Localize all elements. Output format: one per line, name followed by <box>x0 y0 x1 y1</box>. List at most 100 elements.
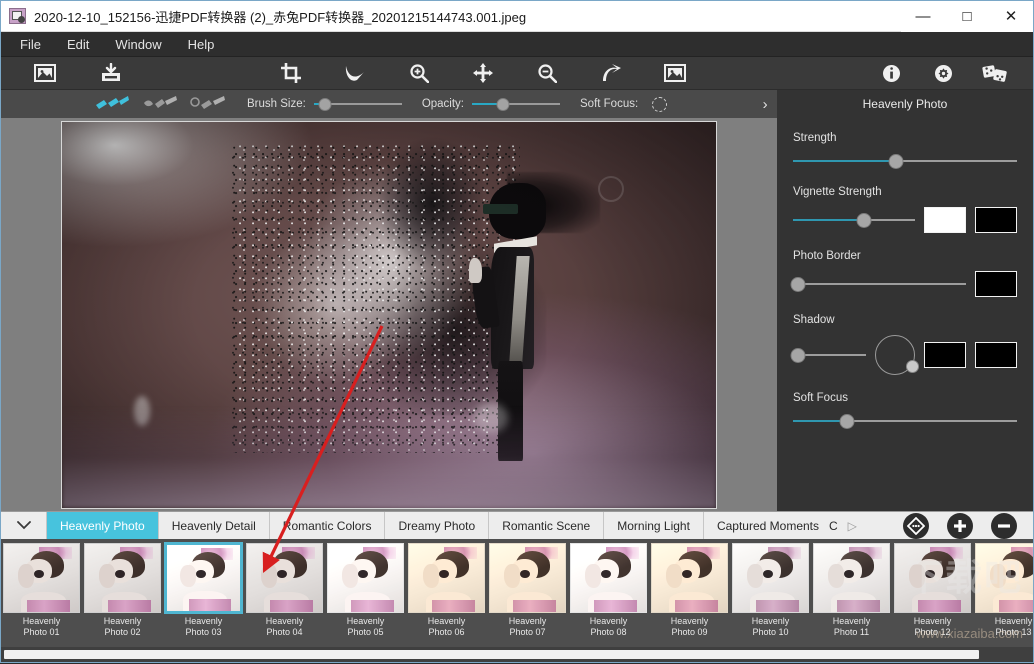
thumbnail-scrollbar[interactable] <box>1 647 1033 662</box>
control-soft-focus: Soft Focus <box>793 392 1017 429</box>
expand-options-arrow[interactable]: › <box>755 96 775 113</box>
preset-category-tabbar: Heavenly Photo Heavenly Detail Romantic … <box>1 511 1033 539</box>
thumbnail-item[interactable]: Heavenly Photo 07 <box>487 541 568 638</box>
tab-clipped-next[interactable]: C <box>823 512 840 539</box>
thumbnail-item[interactable]: Heavenly Photo 06 <box>406 541 487 638</box>
main-toolbar <box>1 57 1033 90</box>
control-vignette-strength: Vignette Strength <box>793 186 1017 233</box>
tab-romantic-colors[interactable]: Romantic Colors <box>270 512 386 539</box>
thumbnail-label: Heavenly Photo 01 <box>1 616 82 638</box>
dotted-circle-icon[interactable] <box>652 97 667 112</box>
shadow-slider[interactable] <box>793 347 866 363</box>
fit-image-button[interactable] <box>649 57 701 90</box>
preset-thumbnail-strip[interactable]: Heavenly Photo 01 Heavenly Photo 02 Heav… <box>1 539 1033 647</box>
thumbnail-label: Heavenly Photo 12 <box>892 616 973 638</box>
window-title: 2020-12-10_152156-迅捷PDF转换器 (2)_赤兔PDF转换器_… <box>34 7 901 26</box>
image-file-icon <box>9 8 26 24</box>
brush-size-slider[interactable] <box>314 95 402 113</box>
thumbnail-label: Heavenly Photo 08 <box>568 616 649 638</box>
redo-button[interactable] <box>585 57 637 90</box>
thumbnail-item[interactable]: Heavenly Photo 13 <box>973 541 1033 638</box>
thumbnail-item-selected[interactable]: Heavenly Photo 03 <box>163 541 244 638</box>
chevron-down-icon[interactable] <box>1 512 47 539</box>
maximize-button[interactable]: □ <box>945 1 989 32</box>
tab-dreamy-photo[interactable]: Dreamy Photo <box>385 512 489 539</box>
application-window: 2020-12-10_152156-迅捷PDF转换器 (2)_赤兔PDF转换器_… <box>0 0 1034 663</box>
erase-brush-icon[interactable] <box>141 93 179 115</box>
thumbnail-label: Heavenly Photo 02 <box>82 616 163 638</box>
shadow-label: Shadow <box>793 314 1017 326</box>
strength-slider[interactable] <box>793 153 1017 169</box>
shadow-color-swatch-1[interactable] <box>924 342 966 368</box>
brush-size-label: Brush Size: <box>247 98 306 110</box>
soft-focus-slider[interactable] <box>793 413 1017 429</box>
vignette-strength-slider[interactable] <box>793 212 915 228</box>
thumbnail-label: Heavenly Photo 05 <box>325 616 406 638</box>
thumbnail-label: Heavenly Photo 09 <box>649 616 730 638</box>
shadow-angle-handle[interactable] <box>906 360 919 373</box>
canvas-area[interactable] <box>1 118 777 511</box>
main-photo-preview[interactable] <box>61 121 717 509</box>
tab-morning-light[interactable]: Morning Light <box>604 512 704 539</box>
control-photo-border: Photo Border <box>793 250 1017 297</box>
minimize-button[interactable]: — <box>901 1 945 32</box>
shadow-color-swatch-2[interactable] <box>975 342 1017 368</box>
thumbnail-label: Heavenly Photo 10 <box>730 616 811 638</box>
opacity-slider[interactable] <box>472 95 560 113</box>
crop-button[interactable] <box>265 57 317 90</box>
paint-brush-icon[interactable] <box>93 93 131 115</box>
thumbnail-item[interactable]: Heavenly Photo 05 <box>325 541 406 638</box>
thumbnail-item[interactable]: Heavenly Photo 01 <box>1 541 82 638</box>
menu-bar: File Edit Window Help <box>1 32 1033 57</box>
smudge-brush-icon[interactable] <box>189 93 227 115</box>
options-bar: Brush Size: Opacity: Soft Focus: › Heave… <box>1 90 1033 118</box>
tab-heavenly-photo[interactable]: Heavenly Photo <box>47 512 159 539</box>
menu-file[interactable]: File <box>7 34 54 55</box>
thumbnail-label: Heavenly Photo 11 <box>811 616 892 638</box>
tab-romantic-scene[interactable]: Romantic Scene <box>489 512 604 539</box>
thumbnail-item[interactable]: Heavenly Photo 04 <box>244 541 325 638</box>
control-shadow: Shadow <box>793 314 1017 375</box>
menu-edit[interactable]: Edit <box>54 34 102 55</box>
thumbnail-item[interactable]: Heavenly Photo 02 <box>82 541 163 638</box>
move-button[interactable] <box>457 57 509 90</box>
photo-border-slider[interactable] <box>793 276 966 292</box>
thumbnail-label: Heavenly Photo 06 <box>406 616 487 638</box>
remove-preset-button[interactable] <box>991 513 1017 539</box>
opacity-label: Opacity: <box>422 98 464 110</box>
curve-button[interactable] <box>329 57 381 90</box>
strength-label: Strength <box>793 132 1017 144</box>
open-image-button[interactable] <box>19 57 71 90</box>
more-options-button[interactable] <box>903 513 929 539</box>
scrollbar-thumb[interactable] <box>4 650 979 659</box>
info-button[interactable] <box>865 57 917 90</box>
close-button[interactable]: ✕ <box>989 1 1033 32</box>
add-preset-button[interactable] <box>947 513 973 539</box>
menu-window[interactable]: Window <box>102 34 174 55</box>
vignette-color-swatch-dark[interactable] <box>975 207 1017 233</box>
tab-heavenly-detail[interactable]: Heavenly Detail <box>159 512 270 539</box>
photo-border-color-swatch[interactable] <box>975 271 1017 297</box>
body-area: Strength Vignette Strength <box>1 118 1033 511</box>
thumbnail-item[interactable]: Heavenly Photo 09 <box>649 541 730 638</box>
presets-button[interactable] <box>969 57 1021 90</box>
vignette-color-swatch-light[interactable] <box>924 207 966 233</box>
settings-button[interactable] <box>917 57 969 90</box>
save-image-button[interactable] <box>85 57 137 90</box>
tabs-scroll-right-arrow[interactable]: ▷ <box>840 512 865 539</box>
photo-border-label: Photo Border <box>793 250 1017 262</box>
thumbnail-item[interactable]: Heavenly Photo 12 <box>892 541 973 638</box>
shadow-angle-dial[interactable] <box>875 335 915 375</box>
soft-focus-label: Soft Focus: <box>580 98 638 110</box>
menu-help[interactable]: Help <box>175 34 228 55</box>
zoom-in-button[interactable] <box>393 57 445 90</box>
thumbnail-item[interactable]: Heavenly Photo 10 <box>730 541 811 638</box>
adjustments-panel: Strength Vignette Strength <box>777 118 1033 511</box>
thumbnail-item[interactable]: Heavenly Photo 11 <box>811 541 892 638</box>
zoom-out-button[interactable] <box>521 57 573 90</box>
current-preset-name: Heavenly Photo <box>777 90 1033 118</box>
soft-focus-panel-label: Soft Focus <box>793 392 1017 404</box>
window-controls: — □ ✕ <box>901 1 1033 32</box>
thumbnail-item[interactable]: Heavenly Photo 08 <box>568 541 649 638</box>
tab-captured-moments[interactable]: Captured Moments <box>704 512 823 539</box>
